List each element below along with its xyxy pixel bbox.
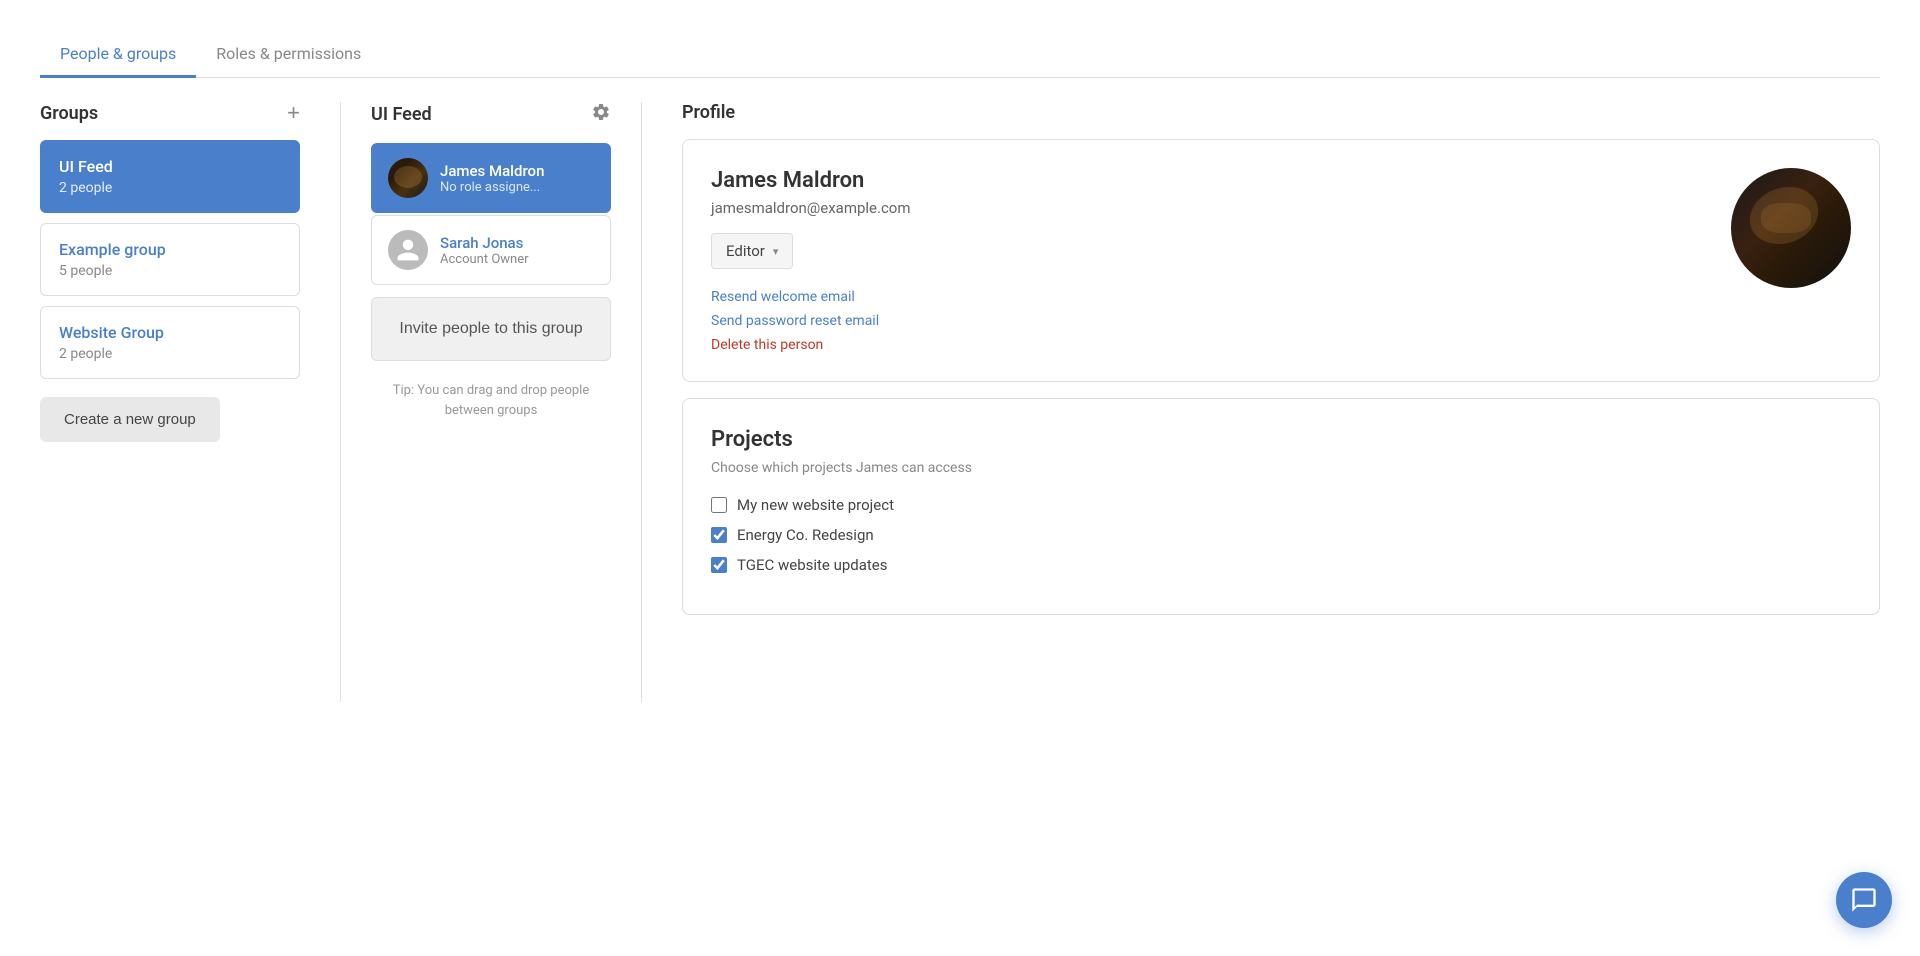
group-item-website-group[interactable]: Website Group 2 people xyxy=(40,306,300,379)
feed-header: UI Feed xyxy=(371,102,611,127)
profile-info: James Maldron jamesmaldron@example.com E… xyxy=(711,168,1707,353)
resend-welcome-link[interactable]: Resend welcome email xyxy=(711,289,1707,305)
group-item-ui-feed[interactable]: UI Feed 2 people xyxy=(40,140,300,213)
send-password-reset-link[interactable]: Send password reset email xyxy=(711,313,1707,329)
member-role-sarah: Account Owner xyxy=(440,252,529,267)
member-card-james-maldron[interactable]: James Maldron No role assigne... xyxy=(371,143,611,213)
tabs-bar: People & groups Roles & permissions xyxy=(40,0,1880,78)
project-item-energy-co: Energy Co. Redesign xyxy=(711,526,1851,544)
member-name-sarah: Sarah Jonas xyxy=(440,234,529,252)
role-dropdown[interactable]: Editor ▾ xyxy=(711,233,793,269)
group-name-ui-feed: UI Feed xyxy=(59,157,281,176)
groups-feed-divider xyxy=(340,102,341,702)
member-card-inner-james: James Maldron No role assigne... xyxy=(372,144,610,212)
feed-column: UI Feed James Maldron No role assigne... xyxy=(361,102,621,420)
tip-text: Tip: You can drag and drop people betwee… xyxy=(371,381,611,420)
feed-profile-divider xyxy=(641,102,642,702)
member-card-inner-sarah: Sarah Jonas Account Owner xyxy=(372,216,610,284)
project-checkbox-tgec-website[interactable] xyxy=(711,557,727,573)
invite-people-button[interactable]: Invite people to this group xyxy=(371,297,611,361)
delete-person-link[interactable]: Delete this person xyxy=(711,337,1707,353)
profile-email: jamesmaldron@example.com xyxy=(711,199,1707,217)
create-group-button[interactable]: Create a new group xyxy=(40,397,220,442)
project-checkbox-energy-co[interactable] xyxy=(711,527,727,543)
project-label-energy-co[interactable]: Energy Co. Redesign xyxy=(737,526,874,544)
tab-roles-permissions[interactable]: Roles & permissions xyxy=(196,32,381,78)
profile-section-title: Profile xyxy=(682,102,1880,123)
add-group-button[interactable]: + xyxy=(287,102,300,124)
member-role-james: No role assigne... xyxy=(440,180,544,195)
feed-title: UI Feed xyxy=(371,104,432,125)
projects-card: Projects Choose which projects James can… xyxy=(682,398,1880,615)
avatar-sarah-jonas xyxy=(388,230,428,270)
group-item-example-group[interactable]: Example group 5 people xyxy=(40,223,300,296)
member-info-james: James Maldron No role assigne... xyxy=(440,162,544,195)
tab-people-groups[interactable]: People & groups xyxy=(40,32,196,78)
page-wrapper: People & groups Roles & permissions Grou… xyxy=(0,0,1920,956)
group-count-ui-feed: 2 people xyxy=(59,180,281,196)
profile-card: James Maldron jamesmaldron@example.com E… xyxy=(682,139,1880,382)
group-name-example-group: Example group xyxy=(59,240,281,259)
group-count-website-group: 2 people xyxy=(59,346,281,362)
groups-header: Groups + xyxy=(40,102,300,124)
group-count-example-group: 5 people xyxy=(59,263,281,279)
project-checkbox-my-new-website[interactable] xyxy=(711,497,727,513)
member-card-sarah-jonas[interactable]: Sarah Jonas Account Owner xyxy=(371,215,611,285)
projects-title: Projects xyxy=(711,427,1851,452)
group-name-website-group: Website Group xyxy=(59,323,281,342)
project-item-tgec-website: TGEC website updates xyxy=(711,556,1851,574)
chat-fab-button[interactable] xyxy=(1836,872,1892,928)
projects-subtitle: Choose which projects James can access xyxy=(711,460,1851,476)
profile-avatar xyxy=(1731,168,1851,288)
member-name-james: James Maldron xyxy=(440,162,544,180)
profile-column: Profile James Maldron jamesmaldron@examp… xyxy=(662,102,1880,615)
project-item-my-new-website: My new website project xyxy=(711,496,1851,514)
chevron-down-icon: ▾ xyxy=(773,245,779,258)
profile-actions: Resend welcome email Send password reset… xyxy=(711,289,1707,353)
groups-title: Groups xyxy=(40,103,98,124)
profile-avatar-wrap xyxy=(1731,168,1851,288)
profile-name: James Maldron xyxy=(711,168,1707,193)
groups-column: Groups + UI Feed 2 people Example group … xyxy=(40,102,320,442)
gear-icon[interactable] xyxy=(591,102,611,127)
role-label: Editor xyxy=(726,242,765,260)
project-label-my-new-website[interactable]: My new website project xyxy=(737,496,894,514)
project-label-tgec-website[interactable]: TGEC website updates xyxy=(737,556,888,574)
avatar-james-maldron xyxy=(388,158,428,198)
main-layout: Groups + UI Feed 2 people Example group … xyxy=(40,78,1880,702)
member-info-sarah: Sarah Jonas Account Owner xyxy=(440,234,529,267)
